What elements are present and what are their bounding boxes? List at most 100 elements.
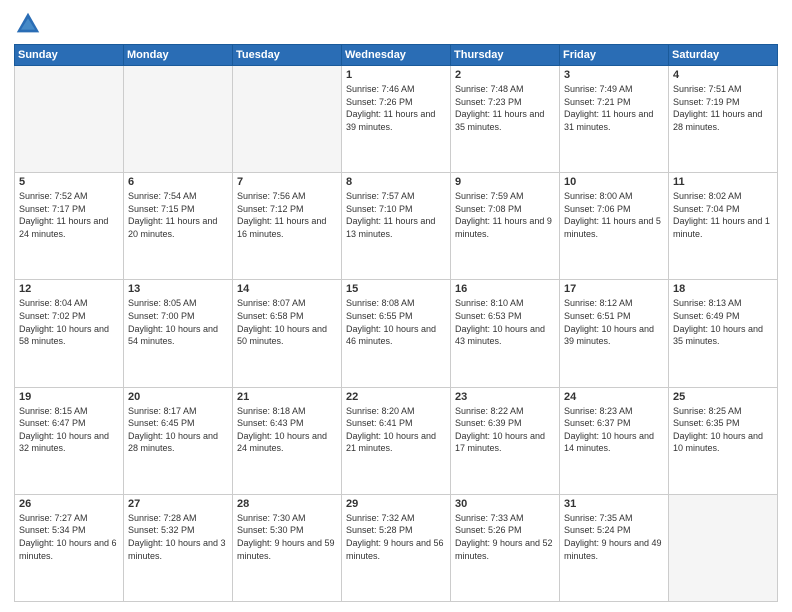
logo-icon [14, 10, 42, 38]
weekday-sunday: Sunday [15, 45, 124, 66]
day-number: 10 [564, 176, 664, 188]
weekday-header-row: SundayMondayTuesdayWednesdayThursdayFrid… [15, 45, 778, 66]
day-info: Sunrise: 8:10 AM Sunset: 6:53 PM Dayligh… [455, 297, 555, 347]
day-info: Sunrise: 8:20 AM Sunset: 6:41 PM Dayligh… [346, 405, 446, 455]
day-info: Sunrise: 7:30 AM Sunset: 5:30 PM Dayligh… [237, 512, 337, 562]
day-number: 15 [346, 283, 446, 295]
day-number: 22 [346, 391, 446, 403]
day-number: 26 [19, 498, 119, 510]
day-info: Sunrise: 8:05 AM Sunset: 7:00 PM Dayligh… [128, 297, 228, 347]
day-cell: 4Sunrise: 7:51 AM Sunset: 7:19 PM Daylig… [669, 66, 778, 173]
day-number: 6 [128, 176, 228, 188]
day-cell [124, 66, 233, 173]
day-cell: 19Sunrise: 8:15 AM Sunset: 6:47 PM Dayli… [15, 387, 124, 494]
day-info: Sunrise: 8:18 AM Sunset: 6:43 PM Dayligh… [237, 405, 337, 455]
day-cell [669, 494, 778, 601]
day-info: Sunrise: 7:59 AM Sunset: 7:08 PM Dayligh… [455, 190, 555, 240]
day-number: 30 [455, 498, 555, 510]
weekday-saturday: Saturday [669, 45, 778, 66]
day-number: 12 [19, 283, 119, 295]
day-cell: 29 Sunrise: 7:32 AM Sunset: 5:28 PM Dayli… [342, 494, 451, 601]
day-cell: 22 Sunrise: 8:20 AM Sunset: 6:41 PM Dayli… [342, 387, 451, 494]
day-info: Sunrise: 7:54 AM Sunset: 7:15 PM Dayligh… [128, 190, 228, 240]
day-number: 14 [237, 283, 337, 295]
day-cell: 7 Sunrise: 7:56 AM Sunset: 7:12 PM Daylig… [233, 173, 342, 280]
day-cell: 13 Sunrise: 8:05 AM Sunset: 7:00 PM Dayli… [124, 280, 233, 387]
day-cell: 11 Sunrise: 8:02 AM Sunset: 7:04 PM Dayli… [669, 173, 778, 280]
day-cell: 21 Sunrise: 8:18 AM Sunset: 6:43 PM Dayli… [233, 387, 342, 494]
day-number: 1 [346, 69, 446, 81]
weekday-friday: Friday [560, 45, 669, 66]
header [14, 10, 778, 38]
day-number: 20 [128, 391, 228, 403]
day-cell: 12 Sunrise: 8:04 AM Sunset: 7:02 PM Dayli… [15, 280, 124, 387]
week-row-3: 19Sunrise: 8:15 AM Sunset: 6:47 PM Dayli… [15, 387, 778, 494]
day-cell: 10Sunrise: 8:00 AM Sunset: 7:06 PM Dayli… [560, 173, 669, 280]
day-number: 8 [346, 176, 446, 188]
logo [14, 10, 46, 38]
day-number: 31 [564, 498, 664, 510]
week-row-2: 12 Sunrise: 8:04 AM Sunset: 7:02 PM Dayli… [15, 280, 778, 387]
day-cell [15, 66, 124, 173]
day-cell: 17Sunrise: 8:12 AM Sunset: 6:51 PM Dayli… [560, 280, 669, 387]
weekday-thursday: Thursday [451, 45, 560, 66]
day-cell: 14 Sunrise: 8:07 AM Sunset: 6:58 PM Dayli… [233, 280, 342, 387]
day-cell: 20 Sunrise: 8:17 AM Sunset: 6:45 PM Dayli… [124, 387, 233, 494]
weekday-monday: Monday [124, 45, 233, 66]
day-info: Sunrise: 8:17 AM Sunset: 6:45 PM Dayligh… [128, 405, 228, 455]
day-cell: 27 Sunrise: 7:28 AM Sunset: 5:32 PM Dayli… [124, 494, 233, 601]
day-number: 28 [237, 498, 337, 510]
day-info: Sunrise: 7:49 AM Sunset: 7:21 PM Dayligh… [564, 83, 664, 133]
day-number: 3 [564, 69, 664, 81]
day-cell: 26Sunrise: 7:27 AM Sunset: 5:34 PM Dayli… [15, 494, 124, 601]
day-info: Sunrise: 7:46 AM Sunset: 7:26 PM Dayligh… [346, 83, 446, 133]
day-cell: 16 Sunrise: 8:10 AM Sunset: 6:53 PM Dayli… [451, 280, 560, 387]
day-number: 29 [346, 498, 446, 510]
day-number: 11 [673, 176, 773, 188]
day-info: Sunrise: 8:25 AM Sunset: 6:35 PM Dayligh… [673, 405, 773, 455]
day-cell: 6 Sunrise: 7:54 AM Sunset: 7:15 PM Daylig… [124, 173, 233, 280]
weekday-wednesday: Wednesday [342, 45, 451, 66]
day-number: 2 [455, 69, 555, 81]
day-info: Sunrise: 8:02 AM Sunset: 7:04 PM Dayligh… [673, 190, 773, 240]
day-number: 25 [673, 391, 773, 403]
day-cell: 30 Sunrise: 7:33 AM Sunset: 5:26 PM Dayli… [451, 494, 560, 601]
page: SundayMondayTuesdayWednesdayThursdayFrid… [0, 0, 792, 612]
day-cell: 1 Sunrise: 7:46 AM Sunset: 7:26 PM Daylig… [342, 66, 451, 173]
day-info: Sunrise: 8:04 AM Sunset: 7:02 PM Dayligh… [19, 297, 119, 347]
weekday-tuesday: Tuesday [233, 45, 342, 66]
calendar-table: SundayMondayTuesdayWednesdayThursdayFrid… [14, 44, 778, 602]
day-info: Sunrise: 8:13 AM Sunset: 6:49 PM Dayligh… [673, 297, 773, 347]
day-number: 16 [455, 283, 555, 295]
day-info: Sunrise: 7:32 AM Sunset: 5:28 PM Dayligh… [346, 512, 446, 562]
day-info: Sunrise: 8:23 AM Sunset: 6:37 PM Dayligh… [564, 405, 664, 455]
day-cell: 9Sunrise: 7:59 AM Sunset: 7:08 PM Daylig… [451, 173, 560, 280]
day-number: 21 [237, 391, 337, 403]
day-number: 5 [19, 176, 119, 188]
day-info: Sunrise: 8:15 AM Sunset: 6:47 PM Dayligh… [19, 405, 119, 455]
day-cell: 24 Sunrise: 8:23 AM Sunset: 6:37 PM Dayli… [560, 387, 669, 494]
day-info: Sunrise: 7:28 AM Sunset: 5:32 PM Dayligh… [128, 512, 228, 562]
day-info: Sunrise: 8:08 AM Sunset: 6:55 PM Dayligh… [346, 297, 446, 347]
day-info: Sunrise: 8:22 AM Sunset: 6:39 PM Dayligh… [455, 405, 555, 455]
week-row-1: 5Sunrise: 7:52 AM Sunset: 7:17 PM Daylig… [15, 173, 778, 280]
day-info: Sunrise: 7:33 AM Sunset: 5:26 PM Dayligh… [455, 512, 555, 562]
week-row-0: 1 Sunrise: 7:46 AM Sunset: 7:26 PM Daylig… [15, 66, 778, 173]
day-number: 24 [564, 391, 664, 403]
day-cell: 31Sunrise: 7:35 AM Sunset: 5:24 PM Dayli… [560, 494, 669, 601]
day-info: Sunrise: 7:57 AM Sunset: 7:10 PM Dayligh… [346, 190, 446, 240]
day-number: 4 [673, 69, 773, 81]
day-number: 23 [455, 391, 555, 403]
day-number: 18 [673, 283, 773, 295]
day-number: 13 [128, 283, 228, 295]
day-number: 27 [128, 498, 228, 510]
day-number: 7 [237, 176, 337, 188]
day-cell: 18 Sunrise: 8:13 AM Sunset: 6:49 PM Dayli… [669, 280, 778, 387]
day-cell: 23 Sunrise: 8:22 AM Sunset: 6:39 PM Dayli… [451, 387, 560, 494]
week-row-4: 26Sunrise: 7:27 AM Sunset: 5:34 PM Dayli… [15, 494, 778, 601]
day-cell: 25 Sunrise: 8:25 AM Sunset: 6:35 PM Dayli… [669, 387, 778, 494]
day-info: Sunrise: 7:56 AM Sunset: 7:12 PM Dayligh… [237, 190, 337, 240]
day-cell: 28 Sunrise: 7:30 AM Sunset: 5:30 PM Dayli… [233, 494, 342, 601]
day-cell: 8 Sunrise: 7:57 AM Sunset: 7:10 PM Daylig… [342, 173, 451, 280]
day-info: Sunrise: 8:07 AM Sunset: 6:58 PM Dayligh… [237, 297, 337, 347]
